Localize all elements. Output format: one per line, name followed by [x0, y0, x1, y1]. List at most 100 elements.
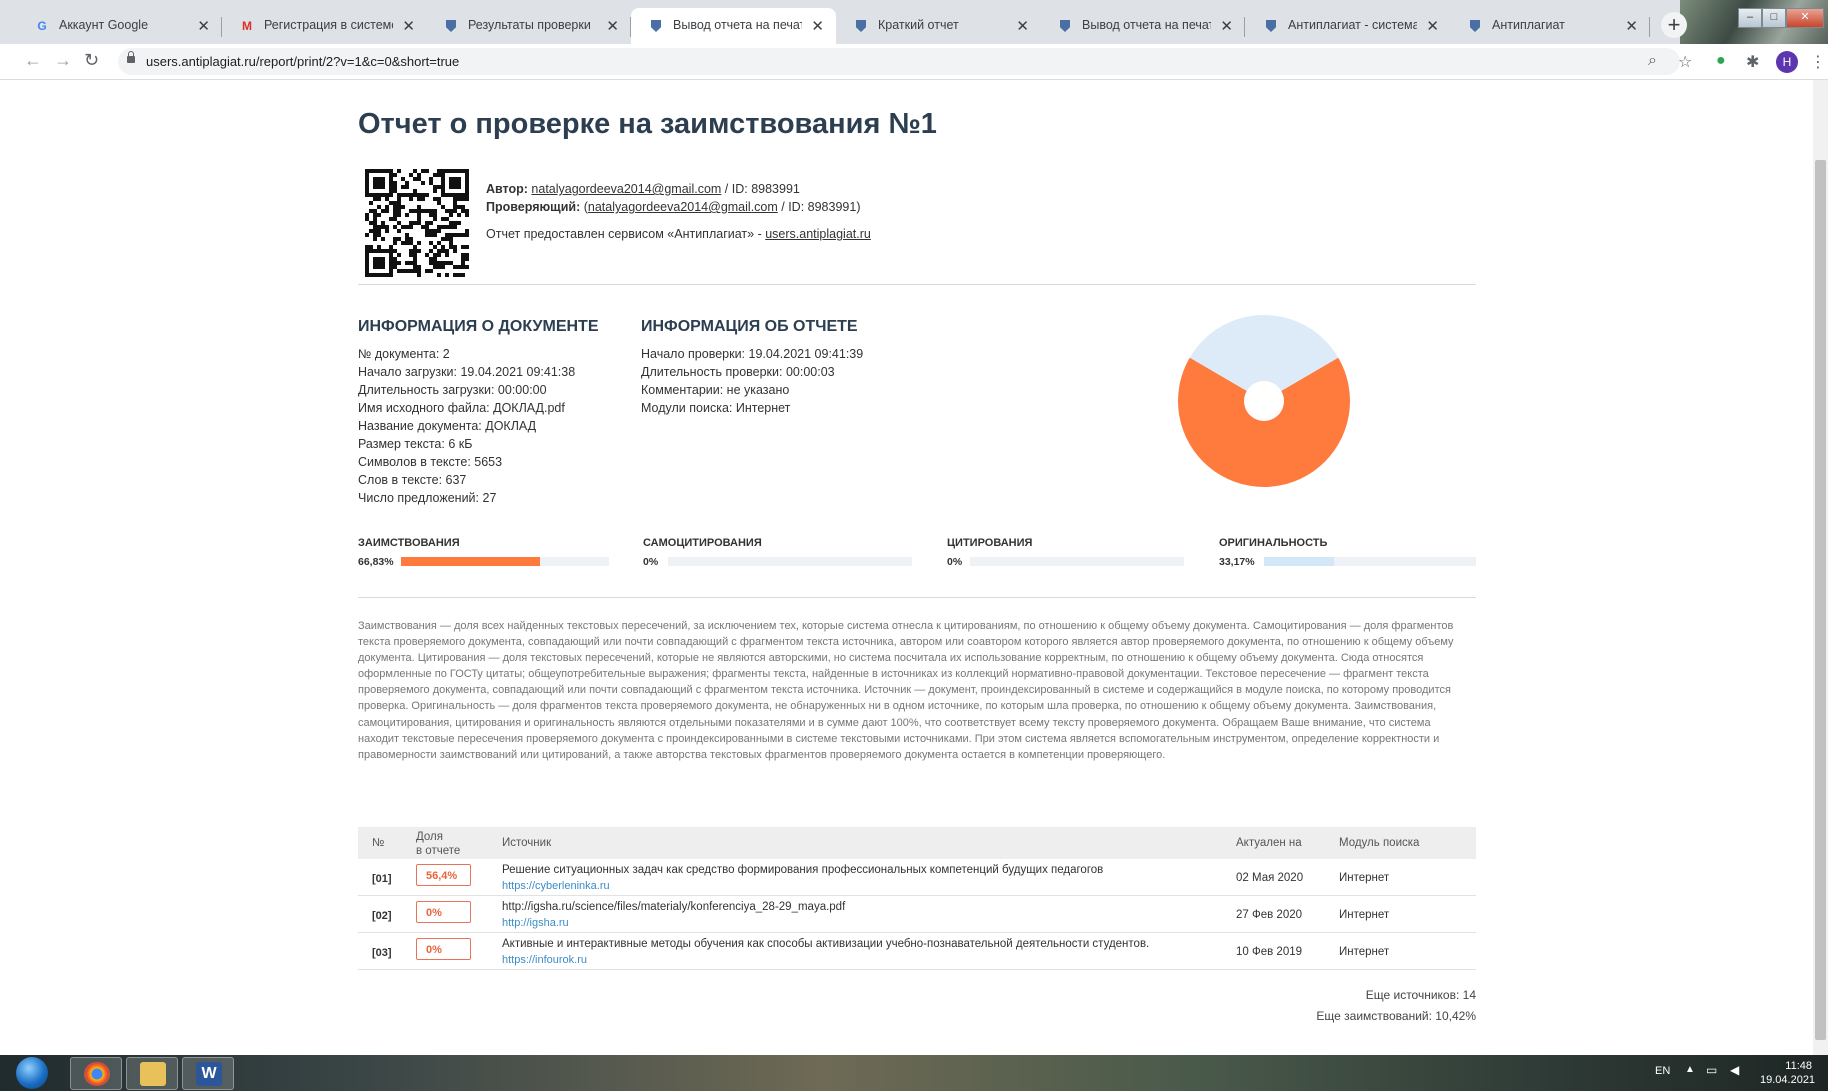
report-info-list: Начало проверки: 19.04.2021 09:41:39 Длит…	[641, 345, 863, 417]
tab-title: Антиплагиат	[1492, 18, 1565, 32]
volume-icon[interactable]: ◀	[1730, 1063, 1739, 1077]
metric-value: 66,83%	[358, 556, 394, 568]
tray-arrow-icon[interactable]: ▲	[1685, 1064, 1695, 1075]
tab[interactable]: Результаты проверки ✕	[426, 8, 631, 44]
extensions-puzzle-icon[interactable]: ✱	[1746, 52, 1759, 72]
service-note: Отчет предоставлен сервисом «Антиплагиат…	[486, 227, 762, 241]
checker-email-link[interactable]: natalyagordeeva2014@gmail.com	[588, 200, 778, 214]
info-line: Слов в тексте: 637	[358, 473, 467, 487]
divider	[358, 284, 1476, 285]
sources-table: № Доля в отчете Источник Актуален на Мод…	[358, 827, 1476, 970]
tab[interactable]: Вывод отчета на печать - А ✕	[1040, 8, 1245, 44]
more-borrowings: Еще заимствований: 10,42%	[1316, 1009, 1476, 1023]
author-email-link[interactable]: natalyagordeeva2014@gmail.com	[531, 182, 721, 196]
source-number: [02]	[372, 910, 392, 922]
forward-icon[interactable]: →	[54, 50, 72, 71]
taskbar-word[interactable]: W	[182, 1057, 234, 1090]
tab[interactable]: G Аккаунт Google ✕	[17, 8, 222, 44]
source-link[interactable]: https://infourok.ru	[502, 954, 587, 966]
start-button[interactable]	[16, 1057, 48, 1089]
network-icon[interactable]: ▭	[1706, 1063, 1717, 1077]
tab[interactable]: M Регистрация в системе Ант ✕	[222, 8, 427, 44]
close-tab-icon[interactable]: ✕	[811, 17, 824, 35]
tab[interactable]: Вывод отчета на печать - А ✕	[631, 8, 836, 44]
table-row: [03] 0% Активные и интерактивные методы об…	[358, 933, 1476, 970]
metric-bar-fill	[401, 557, 540, 566]
header-source: Источник	[502, 837, 552, 849]
info-line: Имя исходного файла: ДОКЛАД.pdf	[358, 401, 565, 415]
close-tab-icon[interactable]: ✕	[1220, 17, 1233, 35]
new-tab-button[interactable]: +	[1661, 12, 1687, 38]
source-link[interactable]: http://igsha.ru	[502, 917, 569, 929]
source-share-badge[interactable]: 56,4%	[416, 864, 471, 886]
metric-value: 33,17%	[1219, 556, 1255, 568]
minimize-button[interactable]: –	[1738, 8, 1762, 28]
header-share-line2: в отчете	[416, 845, 461, 857]
source-module: Интернет	[1339, 946, 1390, 958]
shield-icon	[1264, 19, 1278, 33]
more-sources: Еще источников: 14	[1365, 988, 1476, 1002]
service-line: Отчет предоставлен сервисом «Антиплагиат…	[486, 227, 871, 241]
zoom-icon[interactable]: ⌕	[1648, 52, 1657, 70]
close-tab-icon[interactable]: ✕	[606, 17, 619, 35]
clock[interactable]: 11:48 19.04.2021	[1760, 1059, 1815, 1087]
url-field[interactable]: users.antiplagiat.ru/report/print/2?v=1&…	[118, 48, 1680, 75]
source-module: Интернет	[1339, 872, 1390, 884]
metric-bar-track	[401, 557, 609, 566]
doc-info-heading: ИНФОРМАЦИЯ О ДОКУМЕНТЕ	[358, 318, 599, 335]
tab-title: Вывод отчета на печать - А	[1082, 18, 1211, 32]
service-link[interactable]: users.antiplagiat.ru	[765, 227, 871, 241]
author-id: / ID: 8983991	[724, 182, 800, 196]
evernote-extension-icon[interactable]: ●	[1716, 52, 1726, 70]
tab-separator	[1649, 17, 1650, 37]
taskbar-explorer[interactable]	[126, 1057, 178, 1090]
google-icon: G	[37, 19, 47, 33]
source-module: Интернет	[1339, 909, 1390, 921]
reload-icon[interactable]: ↻	[84, 50, 99, 71]
close-window-button[interactable]: ✕	[1786, 8, 1824, 28]
header-date: Актуален на	[1236, 837, 1302, 849]
chrome-icon	[84, 1062, 110, 1086]
table-header: № Доля в отчете Источник Актуален на Мод…	[358, 827, 1476, 859]
tab[interactable]: Краткий отчет ✕	[836, 8, 1041, 44]
back-icon[interactable]: ←	[24, 50, 42, 71]
metric-label: ОРИГИНАЛЬНОСТЬ	[1219, 537, 1328, 549]
close-tab-icon[interactable]: ✕	[402, 17, 415, 35]
source-title: http://igsha.ru/science/files/materialy/…	[502, 901, 846, 913]
metric-label: ЦИТИРОВАНИЯ	[947, 537, 1033, 549]
gmail-icon: M	[242, 19, 252, 33]
source-share-badge[interactable]: 0%	[416, 901, 471, 923]
source-share-badge[interactable]: 0%	[416, 938, 471, 960]
scrollbar-thumb[interactable]	[1815, 160, 1826, 1040]
checker-line: Проверяющий: (natalyagordeeva2014@gmail.…	[486, 200, 861, 214]
tab-title: Антиплагиат - система для	[1288, 18, 1417, 32]
lock-icon	[127, 51, 135, 63]
header-num: №	[372, 837, 385, 849]
checker-id: / ID: 8983991)	[781, 200, 861, 214]
folder-icon	[140, 1062, 166, 1086]
metric-value: 0%	[643, 556, 659, 568]
doc-info-list: № документа: 2 Начало загрузки: 19.04.202…	[358, 345, 575, 507]
maximize-button[interactable]: □	[1762, 8, 1786, 28]
taskbar-chrome[interactable]	[70, 1057, 122, 1090]
language-indicator[interactable]: EN	[1655, 1065, 1670, 1077]
author-label: Автор:	[486, 182, 528, 196]
source-number: [01]	[372, 873, 392, 885]
author-line: Автор: natalyagordeeva2014@gmail.com / I…	[486, 182, 800, 196]
close-tab-icon[interactable]: ✕	[197, 17, 210, 35]
source-title: Решение ситуационных задач как средство …	[502, 864, 1104, 876]
tab[interactable]: Антиплагиат ✕	[1450, 8, 1650, 44]
bookmark-star-icon[interactable]: ☆	[1678, 52, 1692, 72]
close-tab-icon[interactable]: ✕	[1016, 17, 1029, 35]
metric-label: САМОЦИТИРОВАНИЯ	[643, 537, 762, 549]
definitions-text: Заимствования — доля всех найденных текс…	[358, 620, 1454, 761]
tab[interactable]: Антиплагиат - система для ✕	[1246, 8, 1451, 44]
source-link[interactable]: https://cyberleninka.ru	[502, 880, 610, 892]
close-tab-icon[interactable]: ✕	[1625, 17, 1638, 35]
menu-kebab-icon[interactable]: ⋮	[1810, 52, 1826, 72]
close-tab-icon[interactable]: ✕	[1426, 17, 1439, 35]
tab-title: Результаты проверки	[468, 18, 591, 32]
profile-avatar[interactable]: H	[1776, 51, 1798, 73]
tab-title: Вывод отчета на печать - А	[673, 18, 802, 32]
info-line: № документа: 2	[358, 347, 450, 361]
